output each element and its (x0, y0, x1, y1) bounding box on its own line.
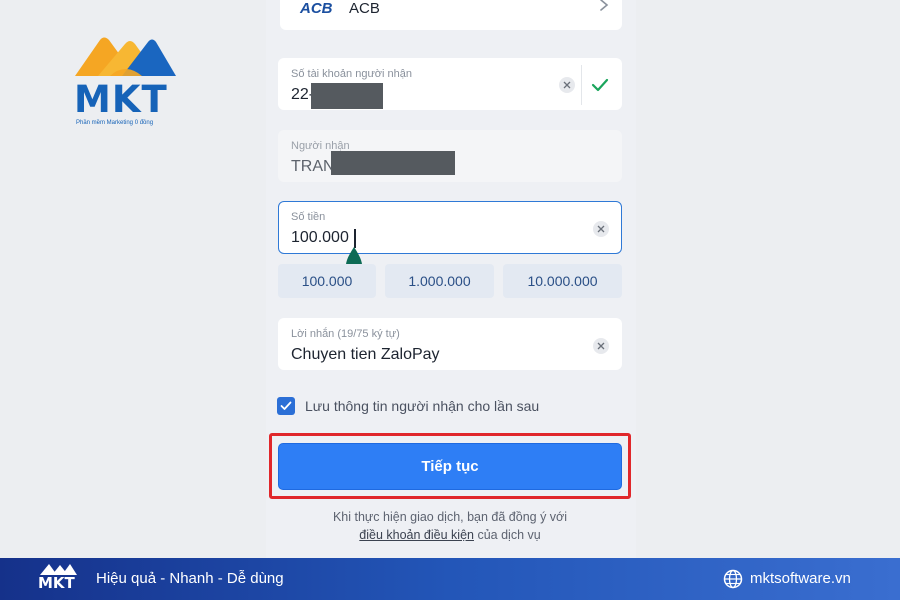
message-field[interactable]: Lời nhắn (19/75 ký tự) Chuyen tien ZaloP… (278, 318, 622, 370)
amount-label: Số tiền (291, 211, 326, 223)
background-right (636, 0, 900, 558)
logo-tagline: Phần mềm Marketing 0 đồng (76, 120, 154, 126)
message-label: Lời nhắn (19/75 ký tự) (291, 328, 400, 340)
logo-text: MKT (74, 78, 168, 121)
amount-chip[interactable]: 1.000.000 (385, 264, 494, 298)
footer-logo: MKT (38, 562, 78, 596)
clear-icon[interactable] (593, 221, 609, 237)
footer-website[interactable]: mktsoftware.vn (750, 570, 851, 587)
save-recipient-label: Lưu thông tin người nhận cho lần sau (305, 398, 540, 414)
amount-value: 100.000 (291, 229, 349, 246)
footer-bar: MKT Hiệu quả - Nhanh - Dễ dùng mktsoftwa… (0, 558, 900, 600)
clear-icon[interactable] (559, 77, 575, 93)
account-number-field[interactable]: Số tài khoản người nhận 22- (278, 58, 622, 110)
terms-suffix: của dịch vụ (473, 528, 541, 542)
terms-text: Khi thực hiện giao dịch, bạn đã đồng ý v… (278, 508, 622, 544)
amount-field[interactable]: Số tiền 100.000 (278, 201, 622, 273)
chevron-right-icon (600, 0, 609, 11)
recipient-name-value: TRAN (291, 158, 335, 175)
account-number-label: Số tài khoản người nhận (291, 68, 412, 80)
terms-link[interactable]: điều khoản điều kiện (359, 528, 474, 542)
amount-chip[interactable]: 100.000 (278, 264, 376, 298)
message-value: Chuyen tien ZaloPay (291, 346, 440, 363)
recipient-name-field: Người nhận TRAN (278, 130, 622, 182)
bank-logo: ACB (300, 0, 333, 17)
mkt-logo: MKT Phần mềm Marketing 0 đồng (70, 32, 180, 132)
redaction-block (311, 83, 383, 109)
redaction-block (331, 151, 455, 175)
clear-icon[interactable] (593, 338, 609, 354)
save-recipient-checkbox[interactable] (277, 397, 295, 415)
continue-button[interactable]: Tiếp tục (278, 443, 622, 490)
amount-suggestions: 100.000 1.000.000 10.000.000 (278, 264, 622, 298)
terms-prefix: Khi thực hiện giao dịch, bạn đã đồng ý v… (332, 510, 568, 524)
save-recipient-row[interactable]: Lưu thông tin người nhận cho lần sau (277, 396, 539, 416)
check-icon (280, 401, 292, 410)
globe-icon (723, 569, 743, 589)
bank-name: ACB (349, 0, 380, 17)
divider (581, 65, 582, 105)
bank-selector[interactable]: ACB ACB (280, 0, 622, 30)
footer-slogan: Hiệu quả - Nhanh - Dễ dùng (96, 570, 284, 587)
amount-chip[interactable]: 10.000.000 (503, 264, 622, 298)
footer-logo-text: MKT (38, 574, 75, 592)
check-icon (591, 78, 609, 92)
